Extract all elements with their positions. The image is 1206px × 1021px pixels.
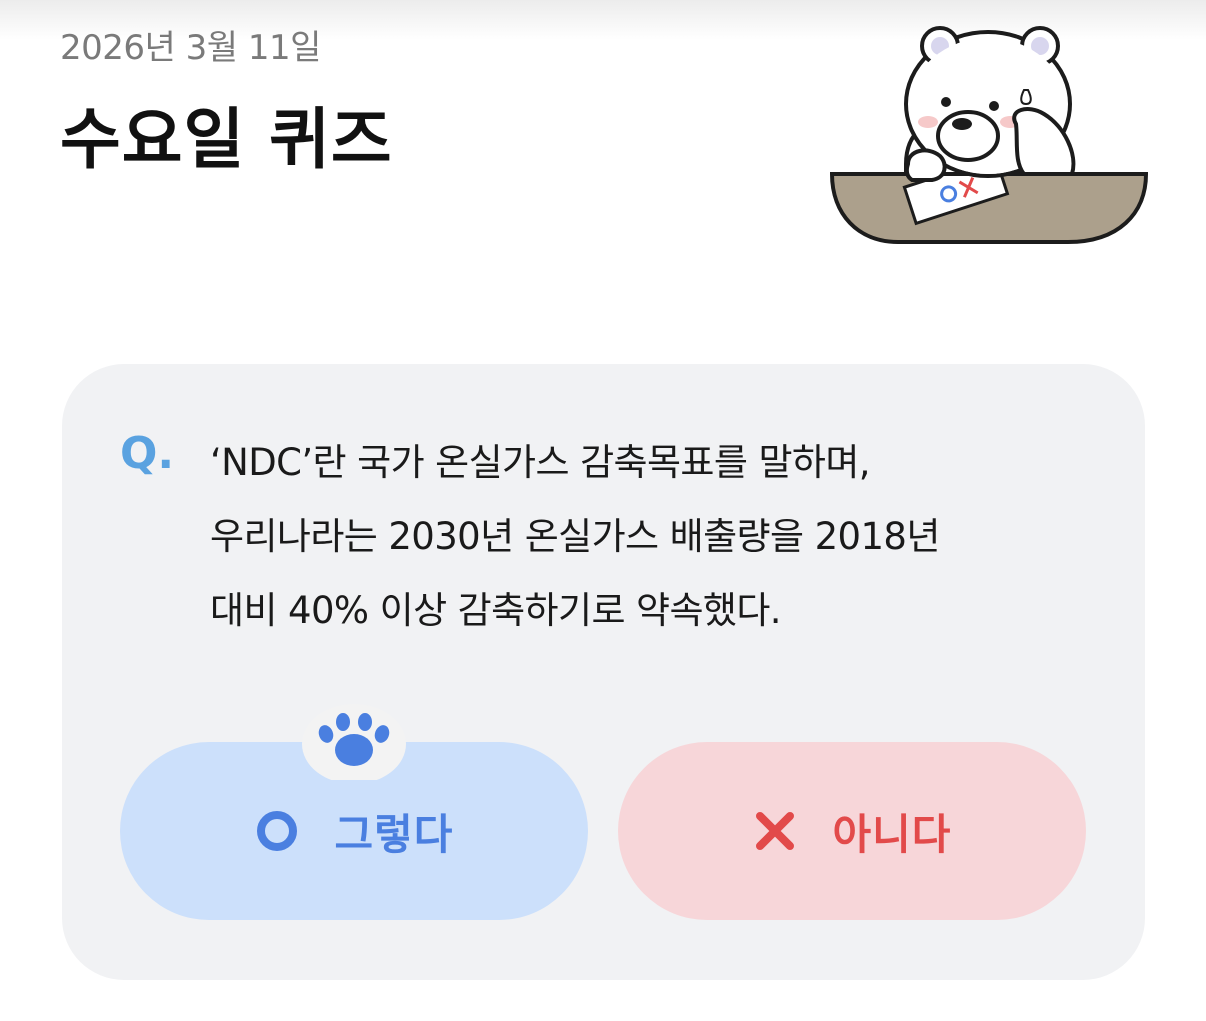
- question-marker: Q.: [120, 428, 175, 479]
- question-line: ‘NDC’란 국가 온실가스 감축목표를 말하며,: [210, 441, 871, 484]
- circle-o-icon: [256, 811, 297, 851]
- question-line: 우리나라는 2030년 온실가스 배출량을 2018년: [210, 515, 940, 558]
- page-title: 수요일 퀴즈: [60, 101, 393, 178]
- answer-no-button[interactable]: 아니다: [618, 742, 1086, 920]
- question-line: 대비 40% 이상 감축하기로 약속했다.: [210, 589, 782, 632]
- quiz-date: 2026년 3월 11일: [60, 28, 321, 68]
- paw-icon: [302, 704, 406, 780]
- answer-no-label: 아니다: [832, 809, 952, 859]
- x-mark-icon: [755, 812, 794, 850]
- polar-bear-thinking-icon: [829, 26, 1149, 244]
- answer-yes-label: 그렇다: [334, 809, 454, 859]
- question-text: ‘NDC’란 국가 온실가스 감축목표를 말하며, 우리나라는 2030년 온실…: [210, 426, 1110, 648]
